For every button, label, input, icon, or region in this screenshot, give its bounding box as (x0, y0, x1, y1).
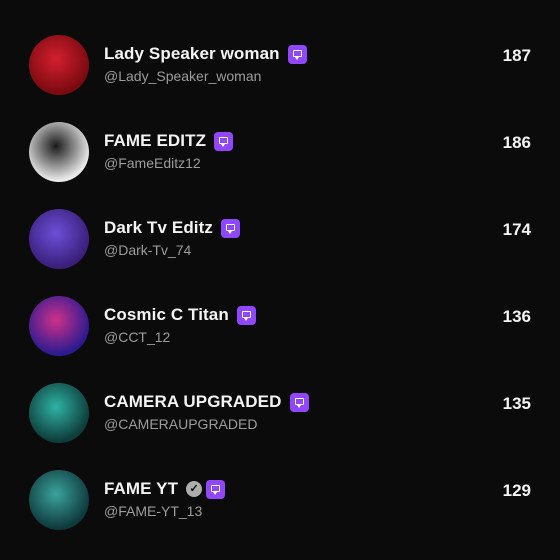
chat-badge-icon (206, 479, 226, 499)
subscriber-count: 135 (502, 394, 531, 413)
channel-name-line: FAME EDITZ (104, 131, 234, 151)
leaderboard-row[interactable]: FAME YT ✓ @FAME-YT_13 129 (0, 470, 560, 557)
channel-handle: @FameEditz12 (104, 155, 201, 171)
avatar[interactable] (29, 209, 89, 269)
subscriber-count: 129 (502, 481, 531, 500)
subscriber-count: 174 (502, 220, 531, 239)
channel-handle: @Lady_Speaker_woman (104, 68, 262, 84)
leaderboard-row[interactable]: @Fire_editor11 (0, 0, 560, 25)
avatar[interactable] (29, 296, 89, 356)
avatar[interactable] (29, 383, 89, 443)
channel-name[interactable]: FAME YT (104, 479, 178, 499)
chat-badge-icon (214, 131, 234, 151)
leaderboard-row[interactable]: FAME EDITZ @FameEditz12 186 (0, 122, 560, 209)
chat-badge-icon (221, 218, 240, 238)
channel-name-line: Lady Speaker woman (104, 44, 307, 64)
channel-name[interactable]: FAME EDITZ (104, 131, 206, 151)
leaderboard-row[interactable]: Lady Speaker woman @Lady_Speaker_woman 187 (0, 35, 560, 122)
channel-handle: @FAME-YT_13 (104, 503, 203, 519)
channel-name-line: FAME YT ✓ (104, 479, 226, 499)
chat-badge-icon (289, 392, 309, 412)
channel-name[interactable]: Cosmic C Titan (104, 305, 229, 325)
channel-handle: @CCT_12 (104, 329, 171, 345)
channel-name-line: Dark Tv Editz (104, 218, 240, 238)
avatar[interactable] (29, 470, 89, 530)
channel-name-line: CAMERA UPGRADED (104, 392, 309, 412)
channel-name[interactable]: CAMERA UPGRADED (104, 392, 282, 412)
channel-handle: @Dark-Tv_74 (104, 242, 192, 258)
channel-name-line: Cosmic C Titan (104, 305, 256, 325)
avatar[interactable] (29, 122, 89, 182)
chat-badge-icon (287, 44, 307, 64)
leaderboard-row[interactable]: Cosmic C Titan @CCT_12 136 (0, 296, 560, 383)
channel-name[interactable]: Lady Speaker woman (104, 44, 280, 64)
channel-name[interactable]: Dark Tv Editz (104, 218, 213, 238)
chat-badge-icon (236, 305, 256, 325)
verified-check-icon: ✓ (186, 481, 203, 497)
leaderboard-row[interactable]: Dark Tv Editz @Dark-Tv_74 174 (0, 209, 560, 296)
channel-handle: @CAMERAUPGRADED (104, 416, 258, 432)
subscriber-count: 187 (502, 46, 531, 65)
subscriber-leaderboard-list: @Fire_editor11 Lady Speaker woman @Lady_Sp… (0, 0, 560, 560)
subscriber-count: 186 (502, 133, 531, 152)
avatar[interactable] (29, 35, 89, 95)
subscriber-count: 136 (502, 307, 531, 326)
leaderboard-row[interactable]: CAMERA UPGRADED @CAMERAUPGRADED 135 (0, 383, 560, 470)
